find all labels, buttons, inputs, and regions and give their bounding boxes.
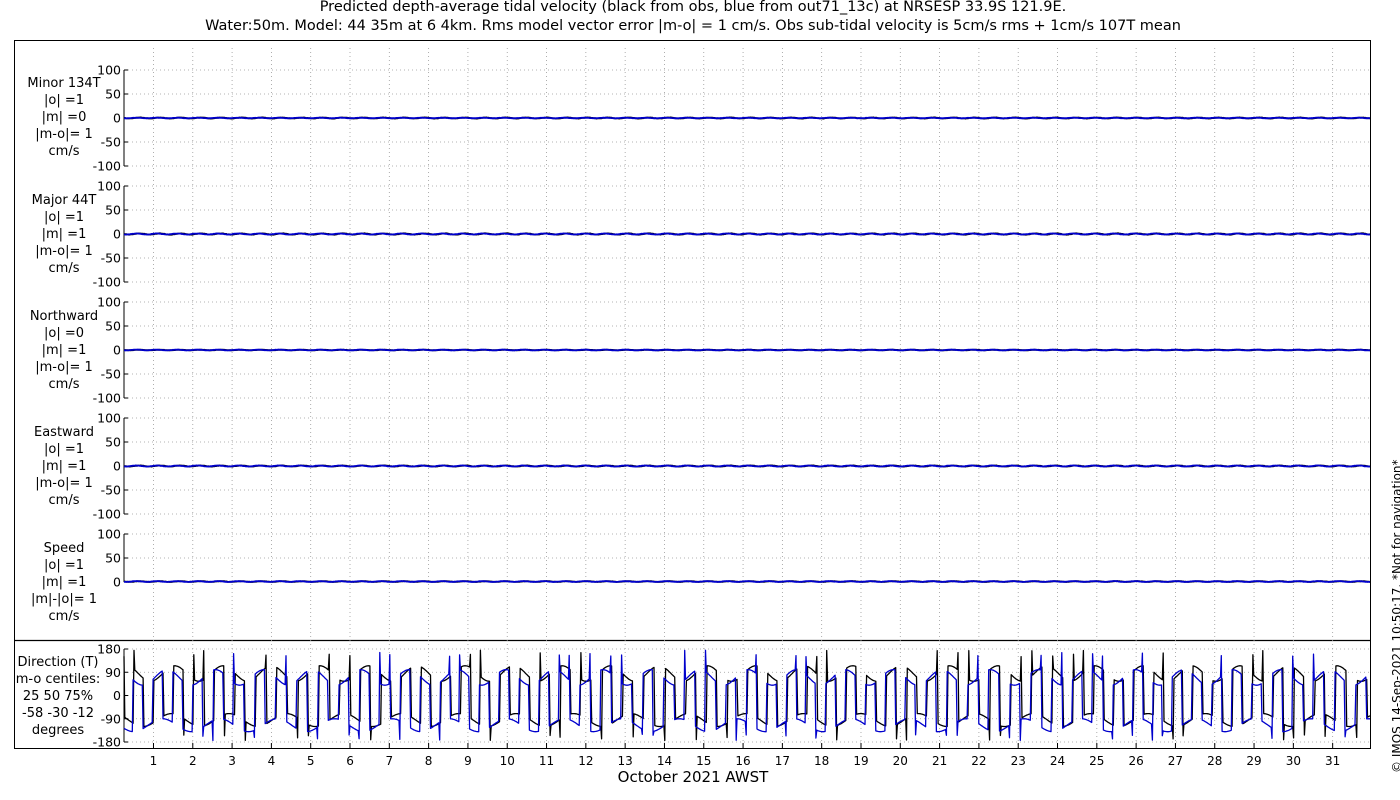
panel-label-line: |m| =1 <box>41 575 87 590</box>
panel-label-line: |m| =1 <box>41 459 87 474</box>
panel-label-line: |m-o|= 1 <box>35 476 93 491</box>
x-tick-label: 21 <box>932 754 947 768</box>
panel-label-line: degrees <box>31 723 85 738</box>
panel-label-line: cm/s <box>48 144 80 159</box>
x-tick-label: 13 <box>618 754 633 768</box>
x-tick-label: 7 <box>385 754 393 768</box>
panel-label-line: |o| =0 <box>43 326 84 341</box>
x-tick-label: 1 <box>150 754 158 768</box>
x-tick-label: 26 <box>1128 754 1143 768</box>
x-tick-label: 4 <box>268 754 276 768</box>
panel-label-eastward: Eastward |o| =1 |m| =1 |m-o|= 1 cm/s <box>12 424 116 509</box>
x-tick-label: 6 <box>346 754 354 768</box>
panel-label-line: Speed <box>43 541 85 556</box>
x-tick-label: 18 <box>814 754 829 768</box>
figure-frame <box>14 40 1371 749</box>
figure-title-line-1: Predicted depth-average tidal velocity (… <box>319 0 1067 15</box>
panel-label-line: |o| =1 <box>43 442 84 457</box>
panel-label-line: -58 -30 -12 <box>22 706 94 721</box>
panel-label-line: 25 50 75% <box>22 689 94 704</box>
x-tick-label: 10 <box>500 754 515 768</box>
panel-label-line: cm/s <box>48 609 80 624</box>
x-tick-label: 19 <box>853 754 868 768</box>
panel-label-line: |m| =1 <box>41 227 87 242</box>
panel-label-direction: Direction (T) m-o centiles: 25 50 75% -5… <box>6 654 110 739</box>
x-tick-label: 14 <box>657 754 672 768</box>
x-tick-label: 8 <box>425 754 433 768</box>
x-tick-label: 12 <box>578 754 593 768</box>
panel-label-line: m-o centiles: <box>15 672 101 687</box>
x-tick-label: 23 <box>1011 754 1026 768</box>
x-tick-label: 16 <box>735 754 750 768</box>
x-tick-label: 9 <box>464 754 472 768</box>
x-tick-label: 25 <box>1089 754 1104 768</box>
panel-label-line: cm/s <box>48 493 80 508</box>
panel-label-major: Major 44T |o| =1 |m| =1 |m-o|= 1 cm/s <box>12 192 116 277</box>
x-tick-label: 24 <box>1050 754 1065 768</box>
panel-label-line: cm/s <box>48 377 80 392</box>
x-axis-label: October 2021 AWST <box>617 768 769 786</box>
panel-label-minor: Minor 134T |o| =1 |m| =0 |m-o|= 1 cm/s <box>12 75 116 160</box>
panel-label-line: |m| =1 <box>41 343 87 358</box>
panel-label-line: Direction (T) <box>17 655 99 670</box>
panel-label-line: Minor 134T <box>27 76 101 91</box>
panel-label-line: |o| =1 <box>43 210 84 225</box>
x-tick-label: 3 <box>228 754 236 768</box>
panel-label-northward: Northward |o| =0 |m| =1 |m-o|= 1 cm/s <box>12 308 116 393</box>
y-tick-label: -100 <box>93 159 121 174</box>
panel-label-line: |m-o|= 1 <box>35 360 93 375</box>
x-tick-label: 20 <box>893 754 908 768</box>
x-tick-label: 28 <box>1207 754 1222 768</box>
series-line-model <box>123 116 1371 120</box>
x-tick-label: 17 <box>775 754 790 768</box>
panel-label-line: Northward <box>29 309 99 324</box>
panel-label-line: |m| =0 <box>41 110 87 125</box>
panel-label-line: cm/s <box>48 261 80 276</box>
x-tick-label: 29 <box>1246 754 1261 768</box>
x-tick-label: 5 <box>307 754 315 768</box>
panel-label-line: |m-o|= 1 <box>35 244 93 259</box>
series-line-model <box>123 348 1371 352</box>
x-tick-label: 27 <box>1168 754 1183 768</box>
x-tick-label: 11 <box>539 754 554 768</box>
panel-label-speed: Speed |o| =1 |m| =1 |m|-|o|= 1 cm/s <box>12 540 116 625</box>
x-tick-label: 31 <box>1325 754 1340 768</box>
y-tick-label: 0 <box>113 688 121 703</box>
series-line-model <box>123 464 1371 468</box>
copyright-credit: © IMOS 14-Sep-2021 10:50:17. *Not for na… <box>1390 459 1400 773</box>
panel-label-line: Eastward <box>33 425 95 440</box>
x-tick-label: 22 <box>971 754 986 768</box>
panel-label-line: |m-o|= 1 <box>35 127 93 142</box>
figure-title-line-2: Water:50m. Model: 44 35m at 6 4km. Rms m… <box>205 18 1181 34</box>
x-tick-label: 15 <box>696 754 711 768</box>
panel-label-line: |o| =1 <box>43 558 84 573</box>
x-tick-label: 2 <box>189 754 197 768</box>
figure-canvas: -100-50050100-100-50050100-100-50050100-… <box>14 40 1371 768</box>
x-tick-label: 30 <box>1286 754 1301 768</box>
panel-label-line: |m|-|o|= 1 <box>30 592 98 607</box>
panel-label-line: |o| =1 <box>43 93 84 108</box>
series-line-model <box>123 580 1371 583</box>
panel-label-line: Major 44T <box>31 193 97 208</box>
